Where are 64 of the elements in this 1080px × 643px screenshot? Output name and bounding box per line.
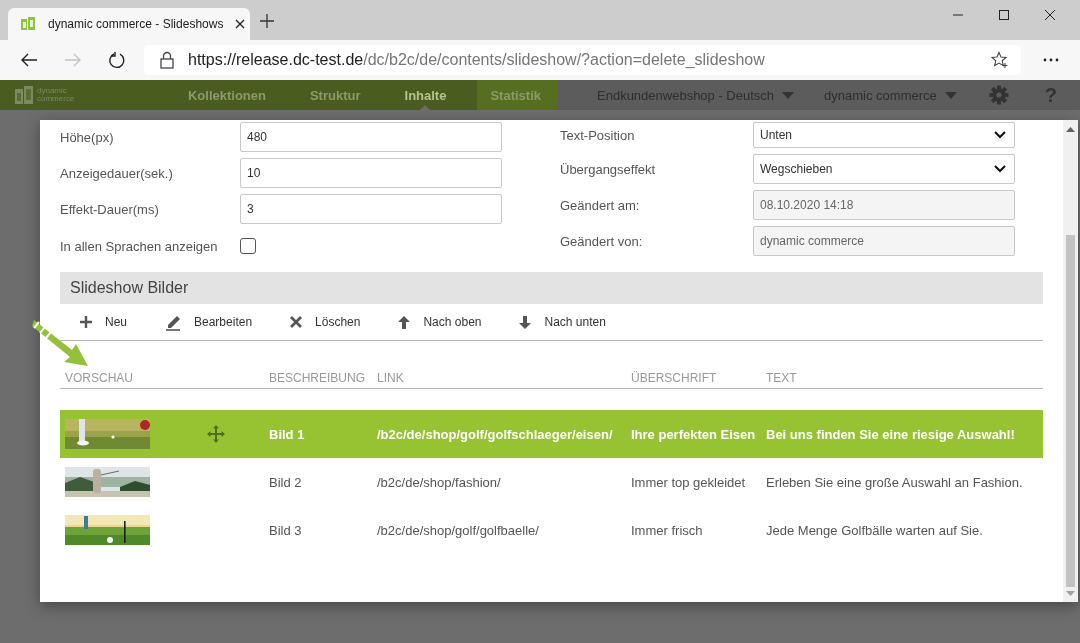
- table-cell-text: /b2c/de/shop/golf/golfbaelle/: [377, 522, 540, 538]
- chevron-icon: [994, 131, 1006, 139]
- scroll-up-icon[interactable]: [1066, 126, 1075, 132]
- table-cell-text: Bild 2: [269, 474, 303, 490]
- toolbar-button[interactable]: Neu: [80, 315, 127, 329]
- table-cell-text: Immer top gekleidet: [631, 474, 747, 490]
- move-icon[interactable]: [207, 425, 225, 443]
- input-field[interactable]: 3: [240, 194, 502, 224]
- toolbar-button[interactable]: Bearbeiten: [165, 313, 253, 331]
- table-cell-text: Immer frisch: [631, 522, 704, 538]
- field-label: Anzeigedauer(sek.): [60, 165, 174, 181]
- field-label: Text-Position: [560, 127, 636, 143]
- table-cell-text: /b2c/de/shop/fashion/: [377, 474, 502, 490]
- section-header: Slideshow Bilder: [60, 272, 1043, 304]
- input-field[interactable]: 480: [240, 122, 502, 152]
- chevron-icon: [994, 165, 1006, 173]
- input-field: dynamic commerce: [753, 226, 1015, 256]
- field-label: Geändert am:: [560, 197, 641, 213]
- back-icon[interactable]: [20, 52, 38, 68]
- table-row[interactable]: Bild 3 /b2c/de/shop/golf/golfbaelle/ Immer frisch Jede Menge Golfbälle warten auf Sie.: [60, 506, 1043, 554]
- plus-icon: [80, 316, 92, 328]
- field-label: Übergangseffekt: [560, 161, 657, 177]
- caret-icon: [944, 91, 957, 99]
- new-tab-icon[interactable]: [260, 14, 274, 28]
- field-label: In allen Sprachen anzeigen: [60, 238, 219, 254]
- browser-tab[interactable]: dynamic commerce - Slideshows: [8, 8, 250, 40]
- close-icon[interactable]: [235, 19, 246, 29]
- table-cell-text: /b2c/de/shop/golf/golfschlaeger/eisen/: [377, 426, 614, 442]
- field-label: Höhe(px): [60, 129, 115, 145]
- more-icon[interactable]: [1043, 58, 1059, 62]
- scrollbar-thumb[interactable]: [1066, 235, 1075, 587]
- caret-icon: [782, 91, 795, 99]
- tab-title: dynamic commerce - Slideshows: [48, 17, 224, 31]
- url-text: https://release.dc-test.de/dc/b2c/de/contents/slideshow/?action=delete_slideshow: [188, 51, 766, 69]
- toolbar-button[interactable]: Löschen: [290, 315, 361, 329]
- table-cell: Jede Menge Golfbälle warten auf Sie.: [766, 522, 983, 538]
- pencil-icon: [165, 313, 181, 331]
- maximize-icon[interactable]: [998, 9, 1010, 21]
- reload-icon[interactable]: [108, 51, 126, 69]
- table-cell-text: Bild 3: [269, 522, 303, 538]
- favorite-icon[interactable]: [991, 51, 1009, 69]
- logo-icon: [14, 85, 34, 105]
- checkbox[interactable]: [240, 238, 256, 254]
- table-row[interactable]: Bild 2 /b2c/de/shop/fashion/ Immer top gekleidet Erleben Sie eine große Auswahl an Fashion.: [60, 458, 1043, 506]
- close-icon[interactable]: [1044, 9, 1056, 21]
- input-field: 08.10.2020 14:18: [753, 190, 1015, 220]
- input-field[interactable]: 10: [240, 158, 502, 188]
- scrollbar[interactable]: [1063, 120, 1078, 602]
- select-field[interactable]: Unten: [753, 122, 1015, 148]
- table-cell-text: Bild 1: [269, 426, 306, 442]
- toolbar-button[interactable]: Nach unten: [519, 315, 606, 329]
- arrow-up-icon: [398, 315, 411, 329]
- table-cell: Bei uns finden Sie eine riesige Auswahl!: [766, 426, 1015, 442]
- address-field[interactable]: https://release.dc-test.de/dc/b2c/de/contents/slideshow/?action=delete_slideshow: [144, 45, 1021, 75]
- table-cell-text: Ihre perfekten Eisen: [631, 426, 757, 442]
- field-label: Effekt-Dauer(ms): [60, 201, 160, 217]
- close-icon: [290, 316, 303, 328]
- logo-icon: [20, 16, 36, 32]
- select-field[interactable]: Wegschieben: [753, 154, 1015, 184]
- toolbar-button[interactable]: Nach oben: [398, 315, 482, 329]
- field-label: Geändert von:: [560, 233, 644, 249]
- arrow-down-icon: [519, 315, 532, 329]
- table-cell: Erleben Sie eine große Auswahl an Fashion.: [766, 474, 1023, 490]
- lock-icon: [160, 51, 174, 69]
